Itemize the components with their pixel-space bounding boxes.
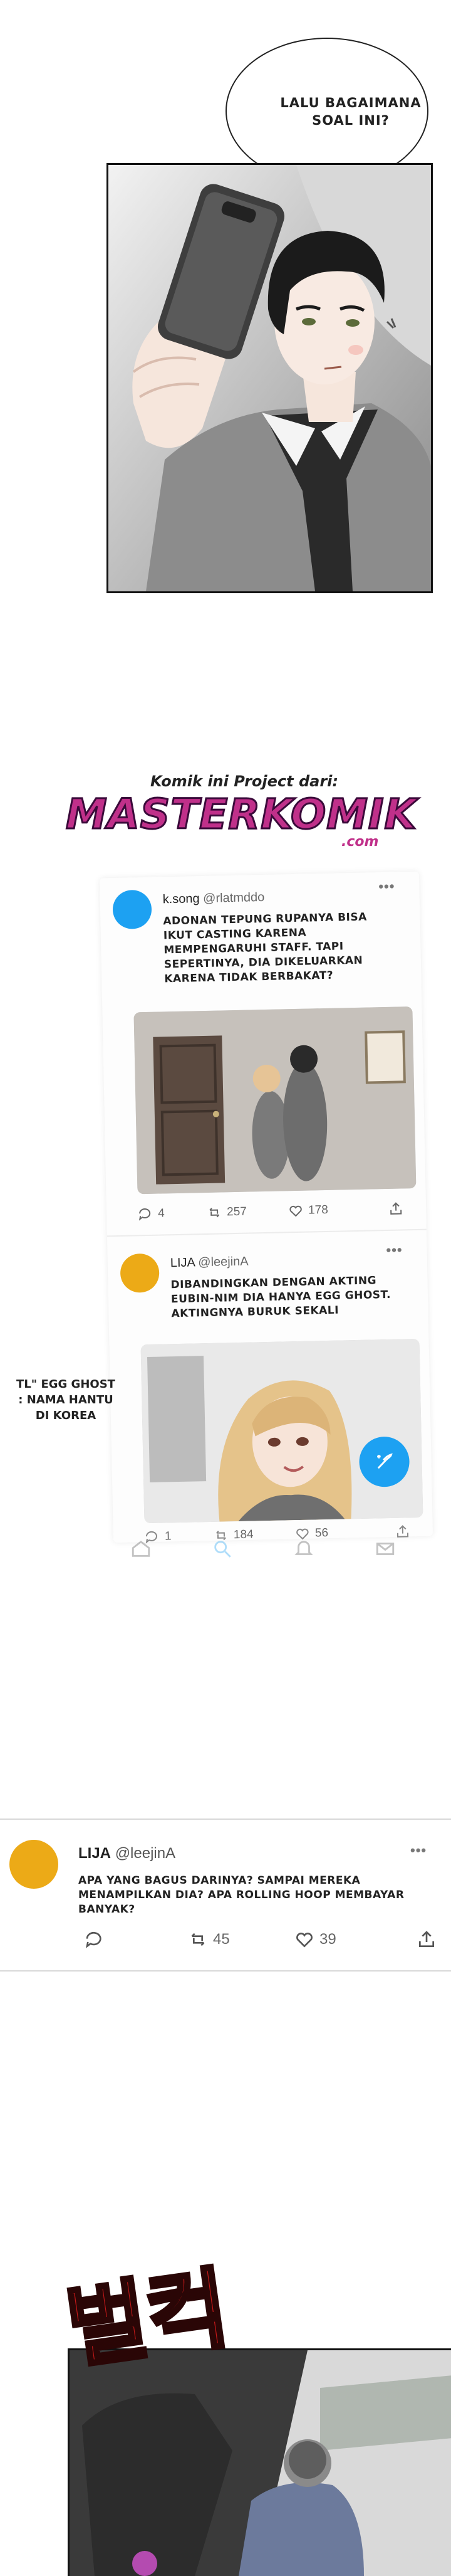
tweet-image-illustration xyxy=(133,1006,417,1195)
retweet-button[interactable]: 45 xyxy=(188,1929,230,1950)
avatar xyxy=(9,1840,58,1889)
watermark-logo: MASTERKOMIK xyxy=(65,789,418,840)
like-count: 39 xyxy=(319,1931,336,1948)
speech-bubble-text: LALU BAGAIMANA SOAL INI? xyxy=(276,94,426,130)
like-button[interactable]: 39 xyxy=(294,1929,336,1950)
panel-illustration xyxy=(70,2350,451,2576)
watermark-caption: Komik ini Project dari: xyxy=(150,773,338,790)
translator-note: TL" EGG GHOST : NAMA HANTU DI KOREA xyxy=(16,1378,115,1423)
reply-icon xyxy=(138,1208,151,1221)
retweet-count: 257 xyxy=(226,1205,247,1219)
avatar xyxy=(120,1253,160,1293)
share-button[interactable] xyxy=(388,1201,403,1216)
speech-line-2: SOAL INI? xyxy=(312,113,390,129)
tweet-text: ADONAN TEPUNG RUPANYA BISA IKUT CASTING … xyxy=(163,911,368,986)
more-options-icon[interactable]: ••• xyxy=(378,879,395,895)
tweet-author: LIJA @leejinA xyxy=(78,1845,175,1862)
tweet-author: LIJA @leejinA xyxy=(170,1255,249,1271)
retweet-icon xyxy=(191,1933,205,1946)
feather-plus-icon xyxy=(377,1453,393,1469)
share-button[interactable] xyxy=(417,1929,437,1950)
reply-button[interactable]: 4 xyxy=(138,1206,165,1222)
search-icon[interactable] xyxy=(212,1538,233,1560)
tweet-image-illustration xyxy=(140,1338,423,1524)
heart-icon xyxy=(296,1933,313,1948)
bell-icon[interactable] xyxy=(293,1538,314,1560)
share-icon xyxy=(419,1931,434,1947)
like-button[interactable]: 178 xyxy=(288,1203,328,1218)
tweet-text: APA YANG BAGUS DARINYA? SAMPAI MEREKA ME… xyxy=(78,1874,405,1916)
share-icon xyxy=(390,1202,402,1215)
tweet-author: k.song @rlatmddo xyxy=(162,890,264,907)
tweet-author-name: LIJA xyxy=(78,1845,111,1862)
tweet-author-handle: @leejinA xyxy=(198,1254,249,1270)
mail-icon[interactable] xyxy=(375,1538,396,1560)
sound-effect-text: 벌컥 xyxy=(59,2256,237,2383)
panel-illustration xyxy=(108,165,431,591)
speech-line-1: LALU BAGAIMANA xyxy=(280,95,422,110)
reply-count: 4 xyxy=(157,1206,165,1220)
tweet-author-name: k.song xyxy=(162,892,200,907)
home-icon[interactable] xyxy=(130,1538,152,1560)
tweet-image xyxy=(140,1338,423,1524)
comic-panel-car xyxy=(68,2348,451,2576)
avatar xyxy=(112,889,152,930)
retweet-count: 45 xyxy=(213,1931,230,1948)
tweet-feed-card: k.song @rlatmddo ••• ADONAN TEPUNG RUPAN… xyxy=(99,871,433,1544)
heart-icon xyxy=(289,1205,302,1217)
tweet-image xyxy=(133,1006,417,1195)
comic-panel-phone xyxy=(106,163,433,593)
tweet-author-handle: @leejinA xyxy=(115,1845,176,1862)
more-options-icon[interactable]: ••• xyxy=(410,1842,427,1859)
tweet-bottom: LIJA @leejinA ••• APA YANG BAGUS DARINYA… xyxy=(0,1819,451,1972)
more-options-icon[interactable]: ••• xyxy=(386,1242,403,1259)
tweet-author-handle: @rlatmddo xyxy=(202,890,265,906)
tweet-author-name: LIJA xyxy=(170,1255,195,1270)
tweet-text: DIBANDINGKAN DENGAN AKTING EUBIN-NIM DIA… xyxy=(170,1274,391,1321)
app-bottom-nav xyxy=(100,1530,426,1568)
reply-button[interactable] xyxy=(85,1929,105,1950)
reply-icon xyxy=(86,1931,101,1948)
tweet-divider xyxy=(106,1228,427,1237)
like-count: 178 xyxy=(308,1203,329,1217)
retweet-button[interactable]: 257 xyxy=(207,1205,247,1220)
retweet-icon xyxy=(209,1208,219,1218)
watermark-suffix: .com xyxy=(341,834,379,850)
